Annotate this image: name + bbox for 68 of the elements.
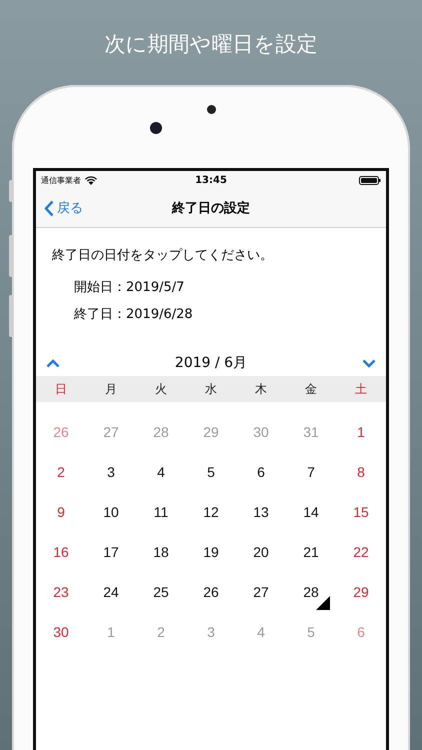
calendar-day[interactable]: 28 (286, 572, 336, 612)
calendar-day[interactable]: 27 (236, 572, 286, 612)
selection-corner-icon (316, 596, 330, 610)
weekday-label: 火 (155, 380, 167, 398)
calendar-day[interactable]: 5 (186, 452, 236, 492)
calendar-day[interactable]: 16 (36, 532, 86, 572)
instruction-text: 終了日の日付をタップしてください。 (52, 247, 274, 264)
calendar-day[interactable]: 11 (136, 492, 186, 532)
date-value: 2019/5/7 (126, 280, 184, 295)
calendar-day[interactable]: 19 (186, 532, 236, 572)
calendar-day[interactable]: 6 (236, 452, 286, 492)
calendar-day[interactable]: 24 (86, 572, 136, 612)
calendar-day[interactable]: 4 (236, 612, 286, 652)
clock-time: 13:45 (195, 174, 227, 186)
carrier-label: 通信事業者 (41, 174, 81, 186)
screen-title: 終了日の設定 (172, 200, 250, 217)
calendar-day[interactable]: 27 (86, 412, 136, 452)
calendar-day[interactable]: 26 (186, 572, 236, 612)
battery-icon (359, 176, 381, 184)
calendar-day[interactable]: 14 (286, 492, 336, 532)
weekday-label: 月 (105, 380, 117, 398)
calendar-day[interactable]: 6 (336, 612, 386, 652)
calendar-day[interactable]: 31 (286, 412, 336, 452)
calendar-day[interactable]: 25 (136, 572, 186, 612)
weekday-label: 木 (255, 380, 267, 398)
calendar-day[interactable]: 30 (236, 412, 286, 452)
calendar-day[interactable]: 30 (36, 612, 86, 652)
calendar-day[interactable]: 9 (36, 492, 86, 532)
calendar-day[interactable]: 3 (86, 452, 136, 492)
month-label: 2019 / 6月 (174, 354, 248, 372)
back-button[interactable]: 戻る (36, 198, 89, 218)
wifi-icon (85, 176, 97, 184)
calendar-day[interactable]: 20 (236, 532, 286, 572)
calendar-day[interactable]: 2 (136, 612, 186, 652)
calendar-day[interactable]: 15 (336, 492, 386, 532)
weekday-label: 水 (205, 380, 217, 398)
calendar-day[interactable]: 28 (136, 412, 186, 452)
calendar-day[interactable]: 21 (286, 532, 336, 572)
calendar-day[interactable]: 13 (236, 492, 286, 532)
speaker-icon (206, 105, 216, 114)
calendar-day[interactable]: 8 (336, 452, 386, 492)
calendar-day[interactable]: 23 (36, 572, 86, 612)
calendar-day[interactable]: 10 (86, 492, 136, 532)
calendar-day[interactable]: 4 (136, 452, 186, 492)
calendar-day[interactable]: 26 (36, 412, 86, 452)
next-month-button[interactable] (360, 356, 378, 370)
calendar-day[interactable]: 12 (186, 492, 236, 532)
date-label: 終了日： (74, 306, 126, 323)
date-value: 2019/6/28 (126, 307, 193, 322)
calendar-day[interactable]: 18 (136, 532, 186, 572)
calendar-day[interactable]: 2 (36, 452, 86, 492)
calendar-day[interactable]: 22 (336, 532, 386, 572)
calendar-day[interactable]: 29 (336, 572, 386, 612)
calendar-day[interactable]: 29 (186, 412, 236, 452)
weekday-label: 金 (305, 380, 317, 398)
calendar-day[interactable]: 7 (286, 452, 336, 492)
camera-icon (150, 122, 162, 134)
calendar-day[interactable]: 3 (186, 612, 236, 652)
calendar-day[interactable]: 5 (286, 612, 336, 652)
calendar-day[interactable]: 1 (336, 412, 386, 452)
chevron-left-icon (44, 200, 54, 216)
weekday-label: 日 (55, 380, 67, 398)
calendar-day[interactable]: 1 (86, 612, 136, 652)
previous-month-button[interactable] (44, 356, 62, 370)
date-label: 開始日： (74, 279, 126, 296)
calendar-day[interactable]: 17 (86, 532, 136, 572)
weekday-label: 土 (355, 380, 367, 398)
headline: 次に期間や曜日を設定 (104, 31, 318, 55)
